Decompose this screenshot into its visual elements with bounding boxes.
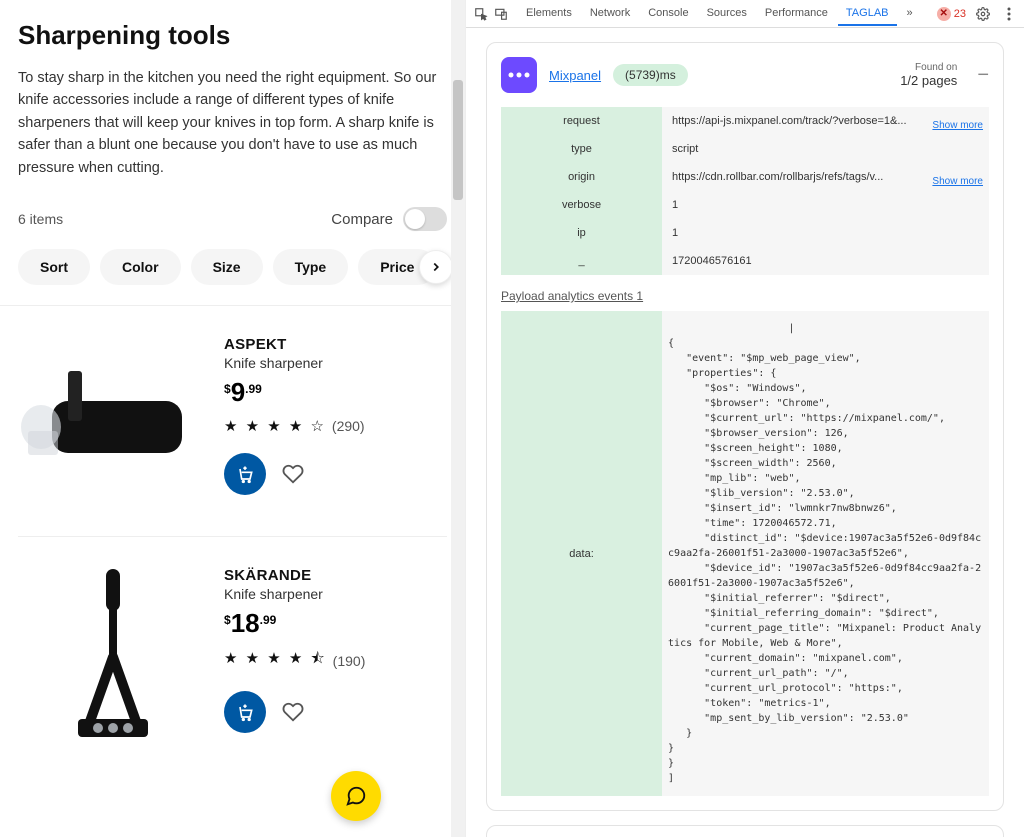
product-price: $ 9 .99: [224, 379, 447, 405]
devtools-toolbar: Elements Network Console Sources Perform…: [466, 0, 1024, 28]
settings-icon[interactable]: [974, 5, 992, 23]
collapse-button[interactable]: −: [977, 64, 989, 87]
tracker-card-ga4: GA4 - G-6NLLN3BJ6F - page_view (5761)ms …: [486, 825, 1004, 837]
scrollbar[interactable]: [451, 0, 465, 837]
product-name[interactable]: ASPEKT: [224, 336, 447, 353]
product-image[interactable]: [18, 557, 208, 747]
timing-badge: (5739)ms: [613, 64, 688, 86]
add-to-cart-button[interactable]: [224, 453, 266, 495]
pages-count: 1/2 pages: [900, 73, 957, 88]
more-icon[interactable]: [1000, 5, 1018, 23]
tab-taglab[interactable]: TAGLAB: [838, 2, 897, 26]
scrollbar-thumb[interactable]: [453, 80, 463, 200]
device-toggle-icon[interactable]: [492, 5, 510, 23]
show-more-link[interactable]: Show more: [932, 120, 983, 131]
heart-icon: [282, 463, 304, 485]
star-rating: ★ ★ ★ ★ ⯪: [224, 648, 327, 673]
product-name[interactable]: SKÄRANDE: [224, 567, 447, 584]
tab-sources[interactable]: Sources: [699, 2, 755, 26]
table-row: ip1: [501, 219, 989, 247]
product-subtitle: Knife sharpener: [224, 586, 447, 602]
compare-label: Compare: [331, 211, 393, 228]
product-card: ASPEKT Knife sharpener $ 9 .99 ★ ★ ★ ★ ☆…: [18, 306, 447, 537]
payload-events-link[interactable]: Payload analytics events 1: [501, 289, 643, 303]
table-row: originhttps://cdn.rollbar.com/rollbarjs/…: [501, 163, 989, 191]
sharpener-horizontal-icon: [18, 361, 208, 481]
chevron-right-icon: [429, 260, 443, 274]
cart-plus-icon: [235, 702, 255, 722]
chat-icon: [345, 785, 367, 807]
error-count-badge[interactable]: ✕ 23: [937, 7, 966, 21]
product-card: SKÄRANDE Knife sharpener $ 18 .99 ★ ★ ★ …: [18, 537, 447, 767]
table-row: verbose1: [501, 191, 989, 219]
item-count: 6 items: [18, 211, 63, 227]
add-to-cart-button[interactable]: [224, 691, 266, 733]
sharpener-vertical-icon: [38, 557, 188, 747]
chat-button[interactable]: [331, 771, 381, 821]
devtools-pane: Elements Network Console Sources Perform…: [466, 0, 1024, 837]
page-title: Sharpening tools: [18, 20, 447, 51]
table-row: _1720046576161: [501, 247, 989, 275]
page-description: To stay sharp in the kitchen you need th…: [18, 67, 447, 179]
inspect-icon[interactable]: [472, 5, 490, 23]
tab-performance[interactable]: Performance: [757, 2, 836, 26]
tracker-card-mixpanel: Mixpanel (5739)ms Found on 1/2 pages − r…: [486, 42, 1004, 811]
tab-elements[interactable]: Elements: [518, 2, 580, 26]
product-listing-pane: Sharpening tools To stay sharp in the ki…: [0, 0, 466, 837]
tab-console[interactable]: Console: [640, 2, 696, 26]
cart-plus-icon: [235, 464, 255, 484]
table-row: requesthttps://api-js.mixpanel.com/track…: [501, 107, 989, 135]
product-price: $ 18 .99: [224, 610, 447, 636]
favorite-button[interactable]: [280, 699, 306, 725]
request-info-table: requesthttps://api-js.mixpanel.com/track…: [501, 107, 989, 275]
payload-json: | { "event": "$mp_web_page_view", "prope…: [662, 311, 989, 796]
review-count: (190): [333, 653, 366, 669]
tabs-overflow[interactable]: »: [899, 2, 921, 26]
filter-row: Sort Color Size Type Price: [18, 249, 447, 285]
review-count: (290): [332, 418, 365, 434]
filter-size[interactable]: Size: [191, 249, 263, 285]
star-rating: ★ ★ ★ ★ ☆: [224, 417, 326, 435]
product-image[interactable]: [18, 326, 208, 516]
filter-type[interactable]: Type: [273, 249, 349, 285]
compare-toggle[interactable]: [403, 207, 447, 231]
product-subtitle: Knife sharpener: [224, 355, 447, 371]
card-title[interactable]: Mixpanel: [549, 68, 601, 83]
show-more-link[interactable]: Show more: [932, 176, 983, 187]
tab-network[interactable]: Network: [582, 2, 638, 26]
found-on-label: Found on: [900, 62, 957, 73]
favorite-button[interactable]: [280, 461, 306, 487]
error-icon: ✕: [937, 7, 951, 21]
table-row: typescript: [501, 135, 989, 163]
mixpanel-icon: [501, 57, 537, 93]
payload-key: data:: [501, 311, 662, 796]
filter-color[interactable]: Color: [100, 249, 181, 285]
payload-row: data: | { "event": "$mp_web_page_view", …: [501, 311, 989, 796]
heart-icon: [282, 701, 304, 723]
filter-sort[interactable]: Sort: [18, 249, 90, 285]
filters-scroll-right-button[interactable]: [419, 250, 453, 284]
devtools-body: Mixpanel (5739)ms Found on 1/2 pages − r…: [466, 28, 1024, 837]
